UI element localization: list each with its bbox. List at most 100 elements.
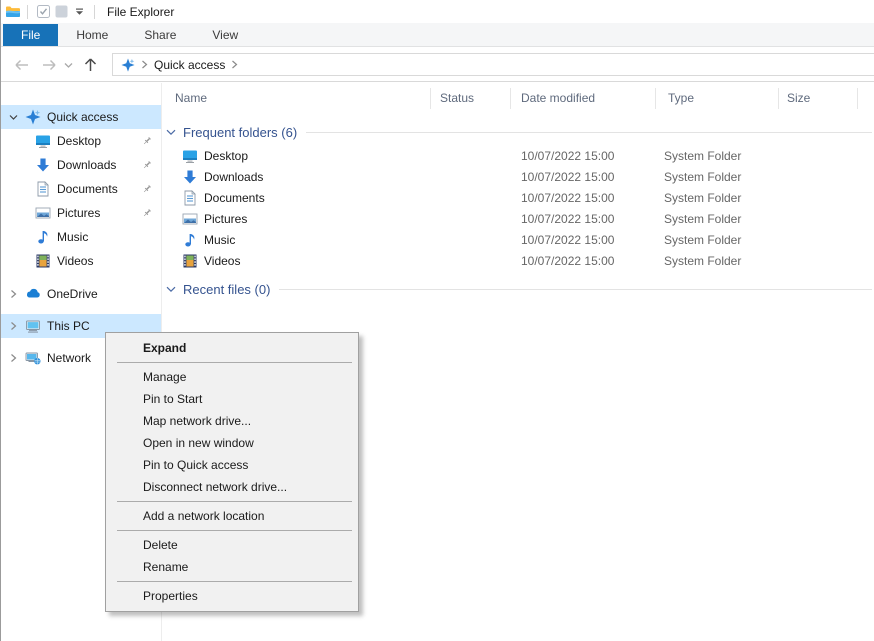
arrow-up-icon	[83, 57, 98, 73]
column-divider[interactable]	[655, 88, 656, 109]
file-row-documents[interactable]: Documents 10/07/2022 15:00 System Folder	[162, 188, 874, 209]
column-divider[interactable]	[857, 88, 858, 109]
frequent-folders-list: Desktop 10/07/2022 15:00 System Folder D…	[162, 146, 874, 272]
file-type: System Folder	[664, 191, 741, 205]
file-date-modified: 10/07/2022 15:00	[521, 191, 614, 205]
videos-icon	[182, 253, 198, 269]
section-frequent-folders[interactable]: Frequent folders (6)	[162, 121, 874, 143]
pin-icon	[141, 159, 153, 171]
column-divider[interactable]	[510, 88, 511, 109]
qat-properties-button[interactable]	[34, 3, 52, 21]
qat-customize-button[interactable]	[70, 3, 88, 21]
chevron-down-icon[interactable]	[166, 286, 176, 293]
file-name: Pictures	[204, 212, 247, 226]
menu-separator	[117, 501, 352, 502]
sidebar-item-label: Videos	[57, 254, 93, 268]
file-row-downloads[interactable]: Downloads 10/07/2022 15:00 System Folder	[162, 167, 874, 188]
music-icon	[182, 232, 198, 248]
tree-chevron-collapsed-icon[interactable]	[7, 289, 19, 299]
menu-item-pin-to-quick-access[interactable]: Pin to Quick access	[106, 454, 358, 476]
sidebar-item-music[interactable]: Music	[1, 225, 161, 249]
column-header-type[interactable]: Type	[668, 91, 694, 105]
column-divider[interactable]	[778, 88, 779, 109]
documents-icon	[182, 190, 198, 206]
menu-item-expand[interactable]: Expand	[106, 337, 358, 359]
menu-item-manage[interactable]: Manage	[106, 366, 358, 388]
pictures-icon	[182, 211, 198, 227]
file-row-pictures[interactable]: Pictures 10/07/2022 15:00 System Folder	[162, 209, 874, 230]
column-divider[interactable]	[430, 88, 431, 109]
menu-separator	[117, 362, 352, 363]
menu-item-rename[interactable]: Rename	[106, 556, 358, 578]
menu-item-pin-to-start[interactable]: Pin to Start	[106, 388, 358, 410]
section-rule	[306, 132, 872, 133]
file-date-modified: 10/07/2022 15:00	[521, 212, 614, 226]
tab-file[interactable]: File	[3, 24, 58, 46]
downloads-icon	[182, 169, 198, 185]
file-row-music[interactable]: Music 10/07/2022 15:00 System Folder	[162, 230, 874, 251]
tab-share[interactable]: Share	[126, 24, 194, 46]
section-rule	[279, 289, 872, 290]
file-explorer-window: File Explorer File Home Share View	[0, 0, 874, 641]
address-bar[interactable]: Quick access	[112, 53, 874, 76]
pictures-icon	[35, 205, 51, 221]
column-header-size[interactable]: Size	[787, 91, 810, 105]
breadcrumb-item-quick-access[interactable]: Quick access	[154, 58, 225, 72]
sidebar-item-label: OneDrive	[47, 287, 98, 301]
tab-home[interactable]: Home	[58, 24, 126, 46]
tree-chevron-collapsed-icon[interactable]	[7, 353, 19, 363]
onedrive-icon	[25, 286, 41, 302]
music-icon	[35, 229, 51, 245]
chevron-down-icon	[75, 8, 84, 16]
sidebar-item-onedrive[interactable]: OneDrive	[1, 282, 161, 306]
nav-history-dropdown[interactable]	[61, 55, 75, 75]
nav-up-button[interactable]	[80, 55, 100, 75]
network-icon	[25, 350, 41, 366]
file-date-modified: 10/07/2022 15:00	[521, 170, 614, 184]
nav-back-button[interactable]	[11, 55, 31, 75]
context-menu: Expand Manage Pin to Start Map network d…	[105, 332, 359, 612]
file-type: System Folder	[664, 233, 741, 247]
column-header-status[interactable]: Status	[440, 91, 474, 105]
sidebar-item-pictures[interactable]: Pictures	[1, 201, 161, 225]
file-row-videos[interactable]: Videos 10/07/2022 15:00 System Folder	[162, 251, 874, 272]
sidebar-item-quick-access[interactable]: Quick access	[1, 105, 161, 129]
file-date-modified: 10/07/2022 15:00	[521, 233, 614, 247]
quick-access-star-icon	[121, 58, 135, 72]
tree-chevron-expanded-icon[interactable]	[7, 114, 19, 121]
menu-item-map-network-drive[interactable]: Map network drive...	[106, 410, 358, 432]
menu-item-delete[interactable]: Delete	[106, 534, 358, 556]
menu-item-properties[interactable]: Properties	[106, 585, 358, 607]
section-recent-files[interactable]: Recent files (0)	[162, 278, 874, 300]
menu-item-add-network-location[interactable]: Add a network location	[106, 505, 358, 527]
file-name: Videos	[204, 254, 240, 268]
column-header-name[interactable]: Name	[175, 91, 207, 105]
properties-check-icon	[37, 5, 50, 18]
file-row-desktop[interactable]: Desktop 10/07/2022 15:00 System Folder	[162, 146, 874, 167]
menu-item-open-in-new-window[interactable]: Open in new window	[106, 432, 358, 454]
tree-chevron-collapsed-icon[interactable]	[7, 321, 19, 331]
sidebar-item-documents[interactable]: Documents	[1, 177, 161, 201]
sidebar-item-label: Network	[47, 351, 91, 365]
tab-view[interactable]: View	[194, 24, 256, 46]
sidebar-item-label: Music	[57, 230, 88, 244]
file-date-modified: 10/07/2022 15:00	[521, 254, 614, 268]
sidebar-item-downloads[interactable]: Downloads	[1, 153, 161, 177]
column-header-date-modified[interactable]: Date modified	[521, 91, 595, 105]
breadcrumb-chevron-icon[interactable]	[231, 60, 238, 69]
sidebar-item-videos[interactable]: Videos	[1, 249, 161, 273]
titlebar: File Explorer	[1, 0, 874, 23]
sidebar-item-desktop[interactable]: Desktop	[1, 129, 161, 153]
qat-new-folder-button[interactable]	[52, 3, 70, 21]
documents-icon	[35, 181, 51, 197]
nav-forward-button[interactable]	[39, 55, 59, 75]
file-name: Downloads	[204, 170, 263, 184]
chevron-down-icon[interactable]	[166, 129, 176, 136]
pin-icon	[141, 135, 153, 147]
downloads-icon	[35, 157, 51, 173]
sidebar-item-label: Documents	[57, 182, 118, 196]
videos-icon	[35, 253, 51, 269]
sidebar-item-label: Quick access	[47, 110, 118, 124]
menu-item-disconnect-network-drive[interactable]: Disconnect network drive...	[106, 476, 358, 498]
pin-icon	[141, 207, 153, 219]
